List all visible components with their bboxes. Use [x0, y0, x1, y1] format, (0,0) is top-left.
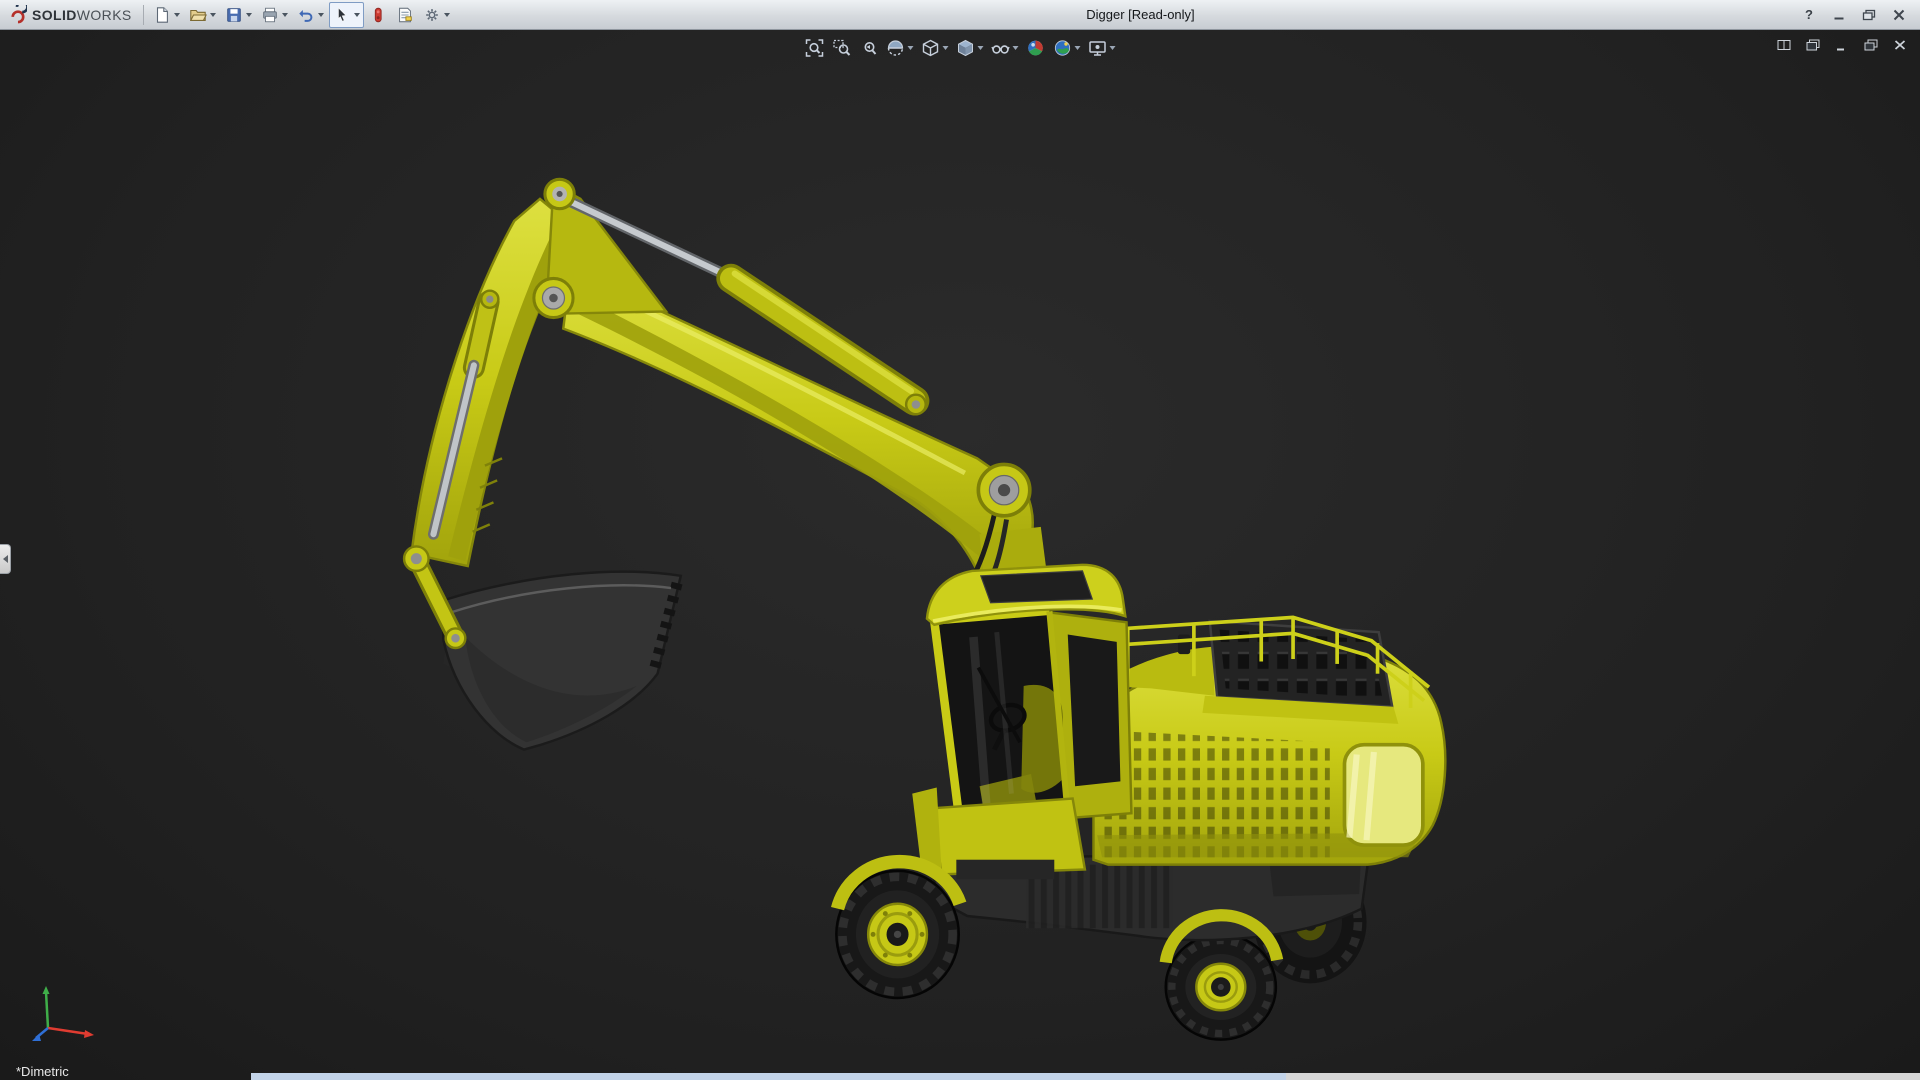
view-orientation-cube-icon: [921, 38, 941, 58]
exhaust-stack: [1178, 635, 1190, 655]
x-axis-arrow: [84, 1030, 94, 1038]
save-button[interactable]: [221, 2, 256, 28]
y-axis-arrow: [43, 986, 50, 994]
view-orientation-label: *Dimetric: [16, 1064, 69, 1079]
zoom-to-area-icon: [832, 38, 852, 58]
select-button[interactable]: [329, 2, 364, 28]
open-document-icon: [189, 6, 207, 24]
headsup-view-toolbar: [803, 36, 1118, 60]
new-document-button[interactable]: [149, 2, 184, 28]
restore-button[interactable]: [1856, 5, 1882, 25]
undo-button[interactable]: [293, 2, 328, 28]
tile-window-icon: [1777, 39, 1791, 51]
feature-manager-collapsed-tab[interactable]: [0, 544, 11, 574]
status-bar-segment: [251, 1073, 1286, 1080]
solidworks-brand: SOLIDWORKS: [6, 5, 138, 24]
close-icon: [1892, 9, 1906, 21]
minimize-icon: [1832, 9, 1846, 21]
previous-view-icon: [859, 38, 879, 58]
restore-document-icon: [1864, 39, 1878, 51]
dropdown-caret: [943, 46, 949, 50]
window-controls: ?: [1796, 5, 1914, 25]
section-view-button[interactable]: [884, 36, 916, 60]
cab-step: [956, 860, 1054, 880]
display-style-button[interactable]: [954, 36, 986, 60]
file-properties-button[interactable]: [392, 2, 418, 28]
status-bar: [251, 1073, 1920, 1080]
print-icon: [261, 6, 279, 24]
glasses-icon: [991, 38, 1011, 58]
dropdown-caret: [444, 13, 450, 17]
rebuild-icon: [369, 6, 387, 24]
previous-view-button[interactable]: [857, 36, 881, 60]
toolbar-separator: [143, 5, 144, 25]
options-button[interactable]: [419, 2, 454, 28]
file-properties-icon: [396, 6, 414, 24]
open-document-button[interactable]: [185, 2, 220, 28]
edit-appearance-button[interactable]: [1024, 36, 1048, 60]
dropdown-caret: [246, 13, 252, 17]
brand-light: WORKS: [77, 7, 132, 23]
chevron-left-icon: [3, 555, 8, 563]
dropdown-caret: [210, 13, 216, 17]
restore-document-button[interactable]: [1861, 37, 1881, 53]
titlebar: SOLIDWORKS Digger [Read-only] ?: [0, 0, 1920, 30]
view-orientation-button[interactable]: [919, 36, 951, 60]
bucket[interactable]: [443, 572, 681, 750]
cascade-window-button[interactable]: [1803, 37, 1823, 53]
appearance-sphere-icon: [1026, 38, 1046, 58]
standard-toolbar: [149, 2, 454, 28]
rebuild-button[interactable]: [365, 2, 391, 28]
dropdown-caret: [282, 13, 288, 17]
front-left-wheel[interactable]: [836, 862, 960, 998]
close-document-button[interactable]: [1890, 37, 1910, 53]
help-button[interactable]: ?: [1796, 5, 1822, 25]
dropdown-caret: [174, 13, 180, 17]
display-style-icon: [956, 38, 976, 58]
zoom-to-fit-button[interactable]: [803, 36, 827, 60]
print-button[interactable]: [257, 2, 292, 28]
dropdown-caret: [1013, 46, 1019, 50]
cascade-window-icon: [1806, 39, 1820, 51]
dropdown-caret: [908, 46, 914, 50]
upper-body[interactable]: [1093, 617, 1445, 864]
options-gear-icon: [423, 6, 441, 24]
brand-text: SOLIDWORKS: [32, 7, 132, 23]
zoom-to-area-button[interactable]: [830, 36, 854, 60]
graphics-area[interactable]: *Dimetric: [0, 30, 1920, 1080]
close-document-icon: [1893, 39, 1907, 51]
new-document-icon: [153, 6, 171, 24]
minimize-button[interactable]: [1826, 5, 1852, 25]
document-window-controls: [1774, 37, 1910, 53]
front-right-wheel[interactable]: [1166, 934, 1276, 1039]
view-settings-icon: [1088, 38, 1108, 58]
dropdown-caret: [318, 13, 324, 17]
hide-show-items-button[interactable]: [989, 36, 1021, 60]
zoom-to-fit-icon: [805, 38, 825, 58]
dropdown-caret: [354, 13, 360, 17]
view-settings-button[interactable]: [1086, 36, 1118, 60]
window-title: Digger [Read-only]: [1086, 7, 1194, 22]
minimize-document-icon: [1835, 39, 1849, 51]
dropdown-caret: [1075, 46, 1081, 50]
brand-bold: SOLID: [32, 7, 77, 23]
select-cursor-icon: [333, 6, 351, 24]
scene-globe-icon: [1053, 38, 1073, 58]
undo-icon: [297, 6, 315, 24]
excavator-model[interactable]: [0, 30, 1920, 1080]
minimize-document-button[interactable]: [1832, 37, 1852, 53]
help-icon: ?: [1805, 7, 1813, 22]
dropdown-caret: [978, 46, 984, 50]
orientation-triad: [28, 980, 102, 1046]
solidworks-logo-icon: [8, 5, 27, 24]
dropdown-caret: [1110, 46, 1116, 50]
apply-scene-button[interactable]: [1051, 36, 1083, 60]
close-button[interactable]: [1886, 5, 1912, 25]
tile-window-button[interactable]: [1774, 37, 1794, 53]
section-view-icon: [886, 38, 906, 58]
restore-icon: [1862, 9, 1876, 21]
save-icon: [225, 6, 243, 24]
